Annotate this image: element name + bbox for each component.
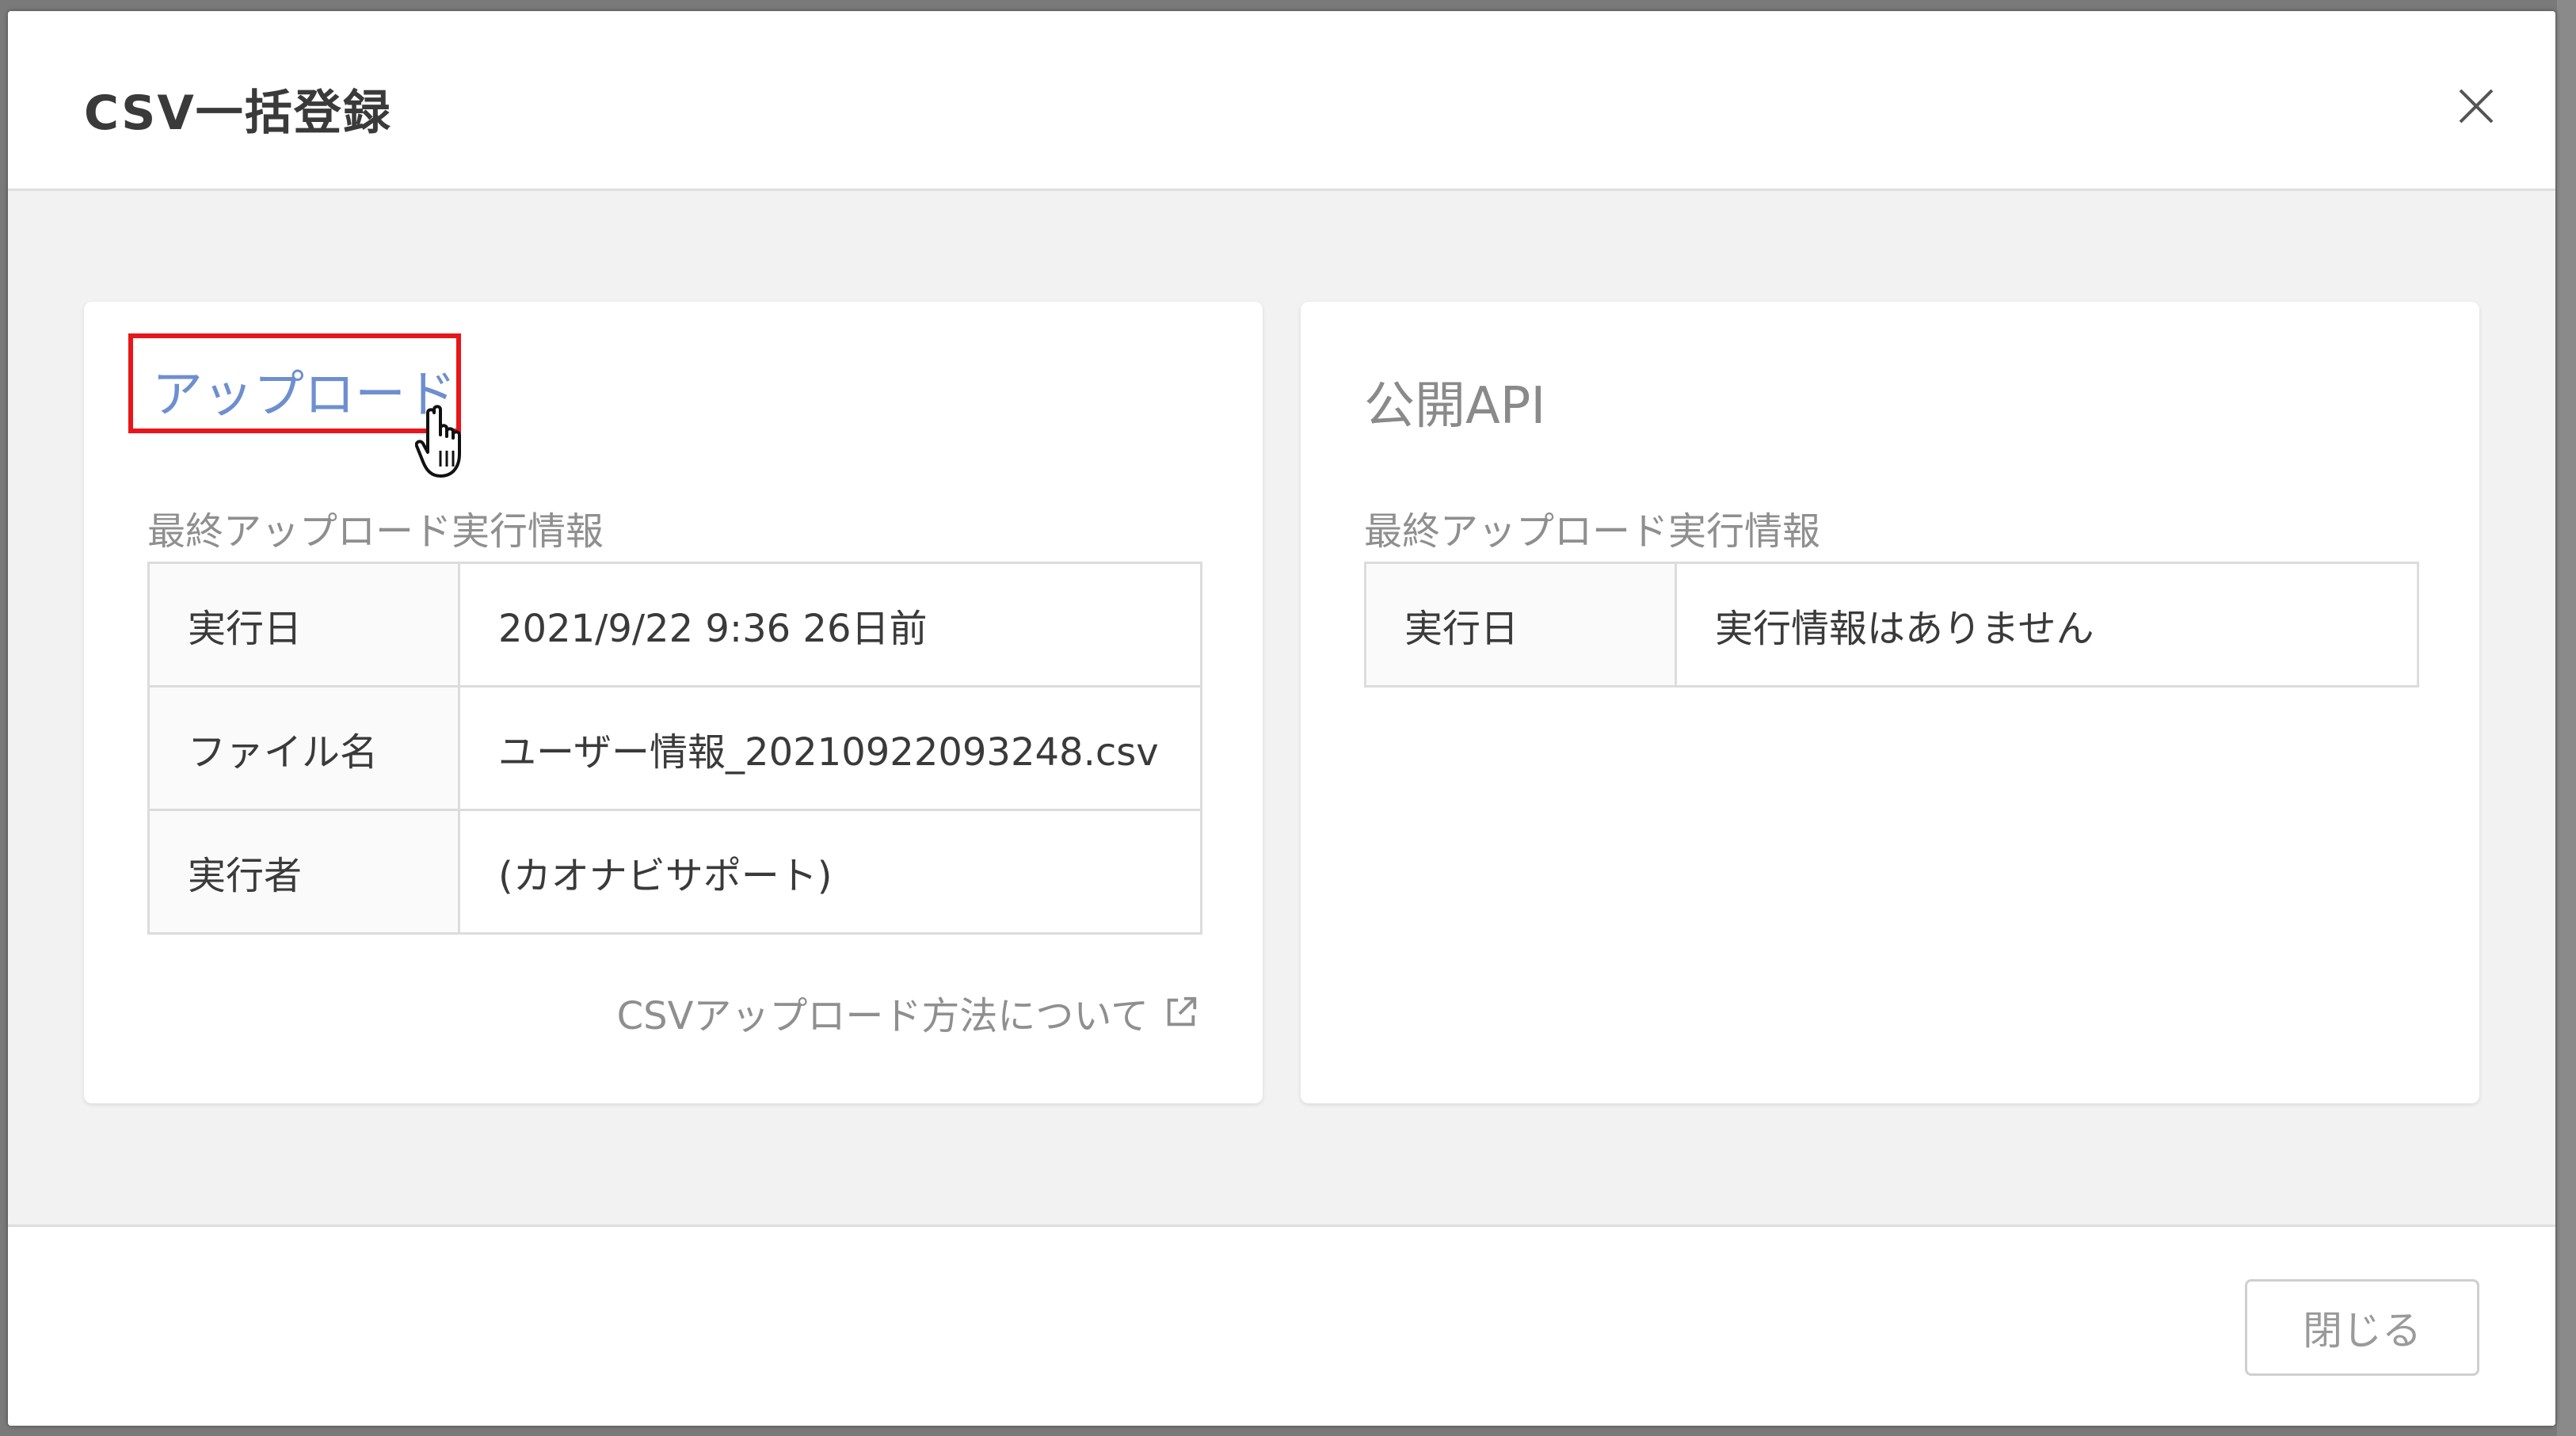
upload-info-table: 実行日 2021/9/22 9:36 26日前 ファイル名 ユーザー情報_202… (147, 562, 1202, 935)
row-label: 実行日 (147, 562, 460, 688)
table-row: 実行者 (カオナビサポート) (147, 809, 1202, 935)
csv-bulk-register-dialog: CSV一括登録 アップロード 最終アップロード実行情報 実行日 2021/9/2… (8, 11, 2555, 1426)
row-value: (カオナビサポート) (458, 809, 1202, 935)
dialog-body: アップロード 最終アップロード実行情報 実行日 2021/9/22 9:36 2… (8, 191, 2555, 1236)
table-row: 実行日 2021/9/22 9:36 26日前 (147, 562, 1202, 688)
row-label: ファイル名 (147, 685, 460, 811)
dialog-title: CSV一括登録 (84, 86, 392, 141)
row-label: 実行日 (1364, 562, 1677, 688)
table-row: 実行日 実行情報はありません (1364, 562, 2419, 688)
upload-section-label: 最終アップロード実行情報 (147, 509, 604, 554)
upload-card: アップロード 最終アップロード実行情報 実行日 2021/9/22 9:36 2… (84, 302, 1263, 1103)
row-label: 実行者 (147, 809, 460, 935)
public-api-card: 公開API 最終アップロード実行情報 実行日 実行情報はありません (1301, 302, 2479, 1103)
csv-upload-help-link[interactable]: CSVアップロード方法について (617, 985, 1199, 1040)
row-value: ユーザー情報_20210922093248.csv (458, 685, 1202, 811)
close-button[interactable] (2454, 84, 2498, 128)
table-row: ファイル名 ユーザー情報_20210922093248.csv (147, 685, 1202, 811)
close-icon (2459, 89, 2494, 124)
external-link-icon (1167, 996, 1197, 1027)
hand-cursor-icon (415, 405, 461, 478)
help-link-label: CSVアップロード方法について (616, 994, 1149, 1038)
row-value: 実行情報はありません (1675, 562, 2419, 688)
page-backdrop (2557, 0, 2576, 1436)
dialog-footer: 閉じる (8, 1225, 2555, 1426)
public-api-title: 公開API (1364, 377, 1546, 436)
upload-link-highlight: アップロード (128, 333, 461, 433)
close-dialog-button[interactable]: 閉じる (2245, 1279, 2479, 1376)
row-value: 2021/9/22 9:36 26日前 (458, 562, 1202, 688)
dialog-header: CSV一括登録 (8, 11, 2555, 191)
api-section-label: 最終アップロード実行情報 (1364, 509, 1821, 554)
api-info-table: 実行日 実行情報はありません (1364, 562, 2419, 688)
upload-link[interactable]: アップロード (152, 354, 456, 427)
